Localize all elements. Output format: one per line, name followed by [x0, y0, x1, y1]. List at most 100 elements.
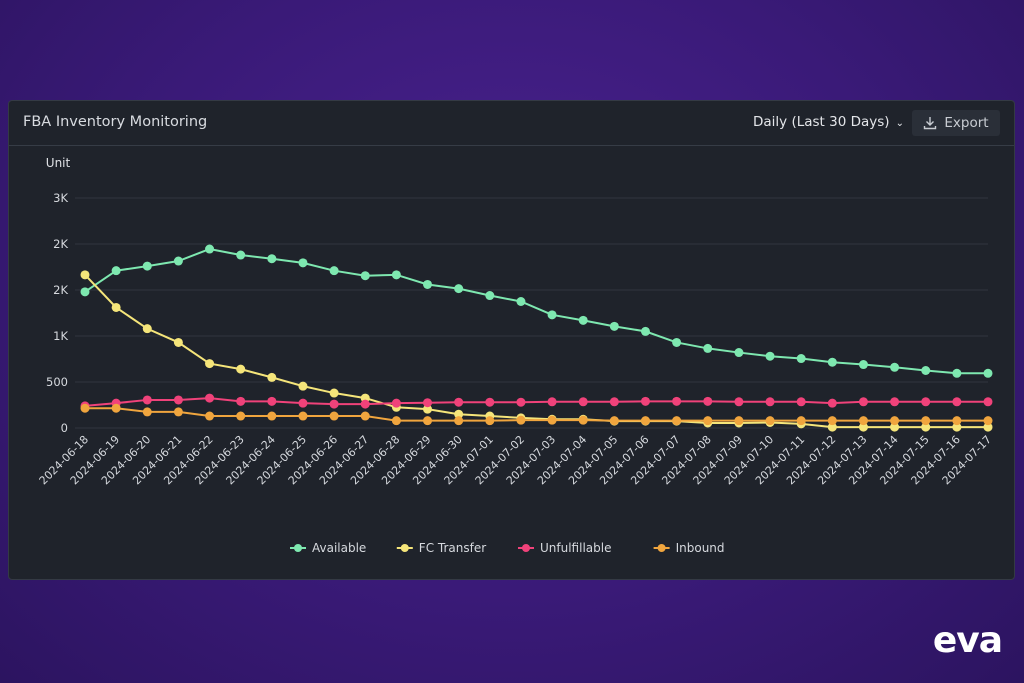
data-point-available	[485, 291, 495, 301]
data-point-inbound	[485, 416, 495, 426]
data-point-unfulfillable	[578, 397, 588, 407]
data-point-unfulfillable	[827, 398, 837, 408]
data-point-available	[796, 354, 806, 364]
y-tick-label: 500	[46, 375, 68, 389]
data-point-fc-transfer	[80, 270, 90, 280]
legend-marker-available	[294, 544, 302, 552]
data-point-inbound	[454, 416, 464, 426]
data-point-unfulfillable	[890, 397, 900, 407]
data-point-fc-transfer	[236, 364, 246, 374]
data-point-unfulfillable	[547, 397, 557, 407]
data-point-available	[298, 258, 308, 268]
data-point-available	[609, 321, 619, 331]
data-point-unfulfillable	[765, 397, 775, 407]
data-point-inbound	[111, 403, 121, 413]
data-point-unfulfillable	[703, 396, 713, 406]
data-point-unfulfillable	[983, 397, 993, 407]
data-point-unfulfillable	[142, 395, 152, 405]
data-point-inbound	[267, 411, 277, 421]
data-point-fc-transfer	[329, 388, 339, 398]
data-point-unfulfillable	[205, 393, 215, 403]
data-point-unfulfillable	[360, 399, 370, 409]
data-point-inbound	[578, 415, 588, 425]
y-tick-label: 2K	[53, 237, 68, 251]
data-point-available	[765, 351, 775, 361]
data-point-available	[267, 254, 277, 264]
data-point-fc-transfer	[267, 372, 277, 382]
data-point-available	[703, 343, 713, 353]
y-tick-label: 1K	[53, 329, 68, 343]
data-point-inbound	[173, 407, 183, 417]
data-point-unfulfillable	[952, 397, 962, 407]
data-point-available	[329, 266, 339, 276]
y-tick-label: 0	[61, 421, 68, 435]
y-tick-label: 2K	[53, 283, 68, 297]
data-point-inbound	[734, 416, 744, 426]
data-point-unfulfillable	[609, 397, 619, 407]
data-point-inbound	[609, 416, 619, 426]
legend-label-fc-transfer: FC Transfer	[419, 541, 486, 555]
data-point-unfulfillable	[173, 395, 183, 405]
data-point-inbound	[765, 416, 775, 426]
data-point-inbound	[703, 416, 713, 426]
series-line-unfulfillable	[84, 397, 988, 407]
data-point-inbound	[796, 416, 806, 426]
data-point-available	[423, 279, 433, 289]
data-point-unfulfillable	[267, 396, 277, 406]
data-point-inbound	[423, 416, 433, 426]
data-point-available	[236, 250, 246, 260]
data-point-unfulfillable	[858, 397, 868, 407]
data-point-unfulfillable	[454, 397, 464, 407]
legend-label-unfulfillable: Unfulfillable	[540, 541, 611, 555]
data-point-inbound	[360, 411, 370, 421]
data-point-inbound	[142, 407, 152, 417]
data-point-available	[827, 357, 837, 367]
data-point-fc-transfer	[298, 381, 308, 391]
data-point-inbound	[858, 416, 868, 426]
data-point-unfulfillable	[672, 396, 682, 406]
data-point-fc-transfer	[111, 302, 121, 312]
data-point-inbound	[640, 416, 650, 426]
data-point-fc-transfer	[142, 324, 152, 334]
data-point-available	[890, 362, 900, 372]
data-point-inbound	[329, 411, 339, 421]
data-point-inbound	[952, 416, 962, 426]
data-point-available	[454, 284, 464, 294]
data-point-available	[360, 271, 370, 281]
data-point-inbound	[236, 411, 246, 421]
data-point-unfulfillable	[734, 397, 744, 407]
data-point-available	[547, 310, 557, 320]
data-point-unfulfillable	[796, 397, 806, 407]
data-point-inbound	[890, 416, 900, 426]
legend-label-available: Available	[312, 541, 366, 555]
data-point-available	[952, 368, 962, 378]
data-point-inbound	[516, 415, 526, 425]
data-point-unfulfillable	[423, 398, 433, 408]
legend-marker-inbound	[657, 544, 666, 552]
data-point-unfulfillable	[921, 397, 931, 407]
data-point-available	[391, 270, 401, 280]
data-point-inbound	[205, 411, 215, 421]
data-point-inbound	[672, 416, 682, 426]
y-tick-label: 3K	[53, 191, 68, 205]
data-point-unfulfillable	[640, 396, 650, 406]
data-point-fc-transfer	[173, 337, 183, 347]
y-axis-label: Unit	[46, 156, 71, 170]
data-point-inbound	[983, 416, 993, 426]
data-point-unfulfillable	[485, 397, 495, 407]
data-point-inbound	[80, 403, 90, 413]
data-point-unfulfillable	[236, 396, 246, 406]
legend-marker-unfulfillable	[522, 544, 530, 552]
data-point-available	[983, 368, 993, 378]
data-point-unfulfillable	[329, 399, 339, 409]
data-point-available	[173, 256, 183, 266]
data-point-inbound	[547, 415, 557, 425]
data-point-inbound	[391, 416, 401, 426]
eva-logo: eva	[932, 620, 1003, 661]
data-point-available	[578, 315, 588, 325]
data-point-available	[111, 266, 121, 276]
series-line-available	[84, 248, 988, 375]
data-point-available	[921, 366, 931, 375]
series-line-fc-transfer	[84, 274, 988, 429]
data-point-available	[734, 348, 744, 358]
